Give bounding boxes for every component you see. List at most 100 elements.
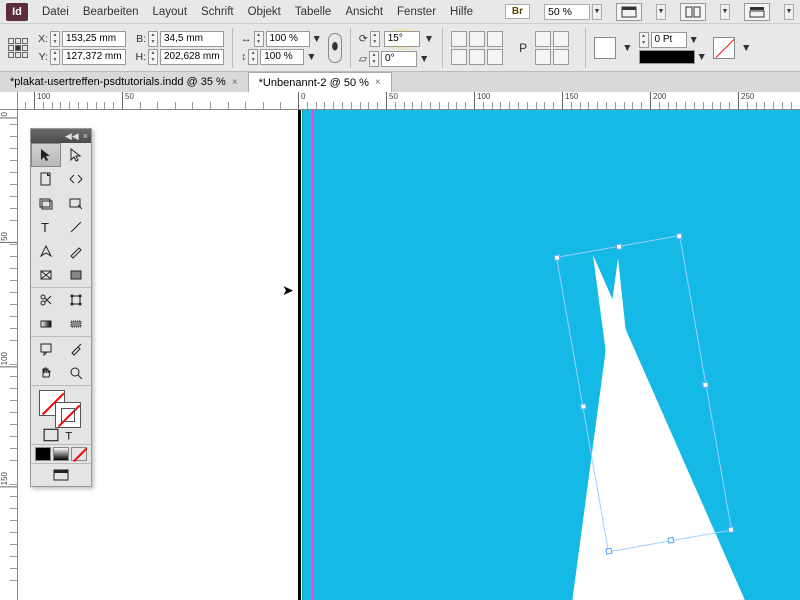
flip-v-icon[interactable] (451, 49, 467, 65)
menu-help[interactable]: Hilfe (450, 6, 473, 18)
view-mode-button[interactable] (31, 464, 91, 486)
scale-x-input[interactable] (266, 31, 310, 47)
screen-mode-dropdown[interactable]: ▼ (656, 4, 666, 20)
x-input[interactable] (62, 31, 126, 47)
tools-panel[interactable]: ◀◀ × T T (30, 128, 92, 487)
rotate-cw-icon[interactable] (469, 31, 485, 47)
h-input[interactable] (160, 49, 224, 65)
screen-mode-button[interactable] (616, 3, 642, 21)
zoom-dropdown[interactable]: ▼ (592, 4, 602, 20)
stroke-weight-stepper[interactable]: ▲▼ (639, 32, 649, 48)
stroke-style-dd[interactable]: ▼ (697, 51, 707, 63)
fill-dd[interactable]: ▼ (622, 42, 632, 54)
page-tool[interactable] (31, 167, 61, 191)
align-icon-1[interactable] (535, 31, 551, 47)
type-tool[interactable]: T (31, 215, 61, 239)
free-transform-tool[interactable] (61, 288, 91, 312)
vertical-ruler[interactable]: 050100150 (0, 110, 18, 600)
zoom-tool[interactable] (61, 361, 91, 385)
menu-layout[interactable]: Layout (152, 6, 187, 18)
bridge-button[interactable]: Br (505, 4, 530, 19)
y-stepper[interactable]: ▲▼ (50, 49, 60, 65)
align-icon-4[interactable] (553, 49, 569, 65)
gap-tool[interactable] (61, 167, 91, 191)
workspace-button[interactable] (744, 3, 770, 21)
content-placer-tool[interactable] (61, 191, 91, 215)
ruler-origin[interactable] (0, 92, 18, 110)
pen-tool[interactable] (31, 239, 61, 263)
gradient-swatch-tool[interactable] (31, 312, 61, 336)
menu-edit[interactable]: Bearbeiten (83, 6, 139, 18)
tab-close-icon[interactable]: × (375, 77, 381, 88)
eyedropper-tool[interactable] (61, 337, 91, 361)
scale-y-dd[interactable]: ▼ (306, 51, 316, 63)
stroke-color-swatch[interactable] (55, 402, 81, 428)
tools-panel-header[interactable]: ◀◀ × (31, 129, 91, 143)
flip-h-icon[interactable] (487, 31, 503, 47)
constrain-link-icon[interactable]: ⬮ (328, 33, 342, 63)
scale-y-stepper[interactable]: ▲▼ (248, 49, 258, 65)
hand-tool[interactable] (31, 361, 61, 385)
w-stepper[interactable]: ▲▼ (148, 31, 158, 47)
collapse-icon[interactable]: ◀◀ (65, 131, 79, 142)
content-collector-tool[interactable] (31, 191, 61, 215)
note-tool[interactable] (31, 337, 61, 361)
line-tool[interactable] (61, 215, 91, 239)
menu-table[interactable]: Tabelle (295, 6, 331, 18)
x-stepper[interactable]: ▲▼ (50, 31, 60, 47)
apply-none-button[interactable] (71, 447, 87, 461)
selection-tool[interactable] (31, 143, 61, 167)
rotate-ccw-icon[interactable] (451, 31, 467, 47)
stroke-style[interactable] (639, 50, 695, 64)
stroke-dd[interactable]: ▼ (741, 42, 751, 54)
shear-dd[interactable]: ▼ (419, 53, 429, 65)
select-container-icon[interactable] (469, 49, 485, 65)
zoom-field[interactable]: ▼ (544, 4, 602, 20)
menu-object[interactable]: Objekt (248, 6, 281, 18)
rotation-input[interactable] (384, 31, 420, 47)
direct-selection-tool[interactable] (61, 143, 91, 167)
arrange-dropdown[interactable]: ▼ (720, 4, 730, 20)
pencil-tool[interactable] (61, 239, 91, 263)
scale-x-stepper[interactable]: ▲▼ (254, 31, 264, 47)
fill-swatch[interactable] (594, 37, 616, 59)
zoom-input[interactable] (544, 4, 590, 20)
menu-file[interactable]: Datei (42, 6, 69, 18)
reference-point-grid[interactable] (8, 38, 28, 58)
y-input[interactable] (62, 49, 126, 65)
menu-view[interactable]: Ansicht (345, 6, 383, 18)
apply-color-button[interactable] (35, 447, 51, 461)
select-content-icon[interactable] (487, 49, 503, 65)
w-input[interactable] (160, 31, 224, 47)
close-icon[interactable]: × (83, 131, 88, 141)
shear-stepper[interactable]: ▲▼ (369, 51, 379, 67)
horizontal-ruler[interactable]: 5010050050100150200250 (18, 92, 800, 110)
stroke-weight-dd[interactable]: ▼ (689, 34, 699, 46)
workspace-dropdown[interactable]: ▼ (784, 4, 794, 20)
canvas[interactable]: ➤ (18, 110, 800, 600)
shear-input[interactable] (381, 51, 417, 67)
rotation-dd[interactable]: ▼ (424, 33, 434, 45)
tab-label: *plakat-usertreffen-psdtutorials.indd @ … (10, 76, 226, 88)
align-icon-3[interactable] (535, 49, 551, 65)
scale-x-dd[interactable]: ▼ (312, 33, 322, 45)
menu-window[interactable]: Fenster (397, 6, 436, 18)
document-tab-2[interactable]: *Unbenannt-2 @ 50 %× (249, 72, 392, 92)
stroke-weight-input[interactable] (651, 32, 687, 48)
format-container-icon[interactable]: T (31, 426, 91, 444)
stroke-swatch[interactable] (713, 37, 735, 59)
rectangle-tool[interactable] (61, 263, 91, 287)
rotation-stepper[interactable]: ▲▼ (370, 31, 380, 47)
gradient-feather-tool[interactable] (61, 312, 91, 336)
align-icon-2[interactable] (553, 31, 569, 47)
rectangle-frame-tool[interactable] (31, 263, 61, 287)
arrange-button[interactable] (680, 3, 706, 21)
h-stepper[interactable]: ▲▼ (148, 49, 158, 65)
tab-close-icon[interactable]: × (232, 77, 238, 88)
guide-vertical[interactable] (312, 110, 313, 600)
document-tab-1[interactable]: *plakat-usertreffen-psdtutorials.indd @ … (0, 72, 249, 92)
menu-type[interactable]: Schrift (201, 6, 234, 18)
scissors-tool[interactable] (31, 288, 61, 312)
scale-y-input[interactable] (260, 49, 304, 65)
apply-gradient-button[interactable] (53, 447, 69, 461)
